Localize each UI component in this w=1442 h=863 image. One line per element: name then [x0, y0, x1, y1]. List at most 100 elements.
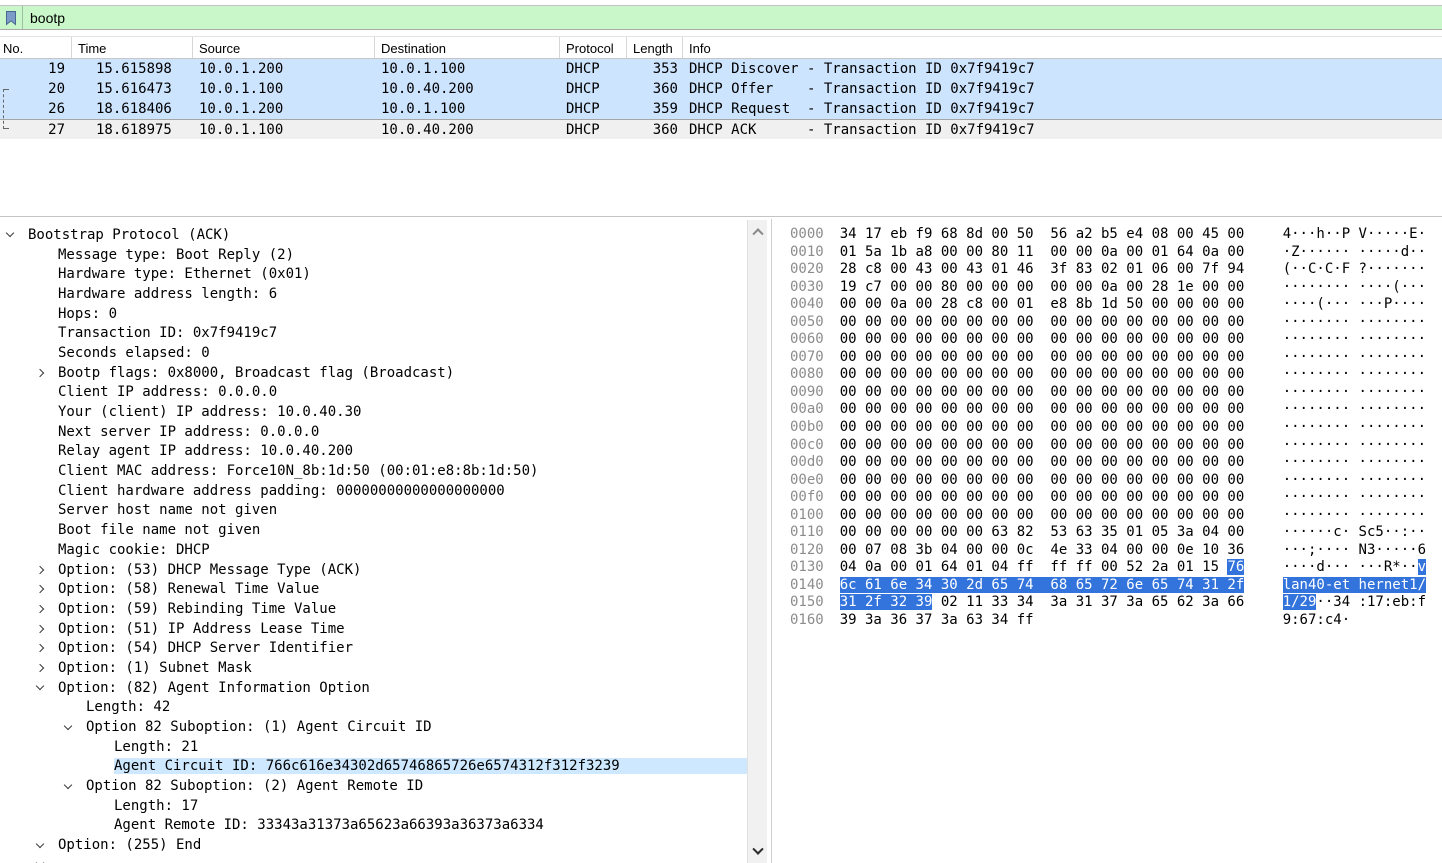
tree-row[interactable]: Option: (255) End — [0, 835, 747, 855]
tree-row[interactable]: Length: 42 — [0, 698, 747, 718]
hex-row[interactable]: 013004 0a 00 01 64 01 04 ff ff ff 00 52 … — [790, 559, 1442, 577]
detail-tree: Bootstrap Protocol (ACK)Message type: Bo… — [0, 225, 747, 863]
tree-row[interactable]: Message type: Boot Reply (2) — [0, 245, 747, 265]
tree-row[interactable]: Hardware type: Ethernet (0x01) — [0, 264, 747, 284]
tree-row[interactable]: Boot file name not given — [0, 520, 747, 540]
hex-row[interactable]: 006000 00 00 00 00 00 00 00 00 00 00 00 … — [790, 331, 1442, 349]
tree-row[interactable]: Option: (82) Agent Information Option — [0, 678, 747, 698]
tree-row[interactable]: Agent Circuit ID: 766c616e34302d65746865… — [0, 757, 747, 777]
hex-row[interactable]: 016039 3a 36 37 3a 63 34 ff9:67:c4· — [790, 612, 1442, 630]
column-header-protocol[interactable]: Protocol — [560, 37, 627, 58]
tree-row[interactable]: Relay agent IP address: 10.0.40.200 — [0, 442, 747, 462]
tree-row[interactable]: Transaction ID: 0x7f9419c7 — [0, 323, 747, 343]
collapse-arrow-icon[interactable] — [32, 626, 58, 632]
hex-bytes: 00 00 00 00 00 00 63 82 53 63 35 01 05 3… — [840, 524, 1253, 542]
packet-cell-length: 359 — [627, 101, 683, 117]
scrollbar-up-icon[interactable] — [748, 222, 768, 240]
hex-row[interactable]: 004000 00 0a 00 28 c8 00 01 e8 8b 1d 50 … — [790, 296, 1442, 314]
bookmark-icon[interactable] — [0, 6, 22, 29]
tree-row[interactable]: Hardware address length: 6 — [0, 284, 747, 304]
hex-row[interactable]: 00e000 00 00 00 00 00 00 00 00 00 00 00 … — [790, 472, 1442, 490]
pane-divider[interactable] — [771, 219, 772, 863]
tree-row[interactable]: Client IP address: 0.0.0.0 — [0, 383, 747, 403]
chevron-glyph — [36, 585, 44, 593]
hex-row[interactable]: 00b000 00 00 00 00 00 00 00 00 00 00 00 … — [790, 419, 1442, 437]
tree-row[interactable]: Client hardware address padding: 0000000… — [0, 481, 747, 501]
collapse-arrow-icon[interactable] — [32, 665, 58, 671]
tree-row[interactable]: Your (client) IP address: 10.0.40.30 — [0, 402, 747, 422]
column-header-destination[interactable]: Destination — [375, 37, 560, 58]
column-header-no[interactable]: No. — [0, 37, 72, 58]
collapse-arrow-icon[interactable] — [32, 370, 58, 376]
hex-row[interactable]: 00c000 00 00 00 00 00 00 00 00 00 00 00 … — [790, 437, 1442, 455]
hex-row[interactable]: 002028 c8 00 43 00 43 01 46 3f 83 02 01 … — [790, 261, 1442, 279]
tree-row[interactable]: Server host name not given — [0, 501, 747, 521]
hex-row[interactable]: 015031 2f 32 39 02 11 33 34 3a 31 37 3a … — [790, 594, 1442, 612]
tree-row[interactable] — [0, 855, 747, 863]
ascii-run: ········ ········ — [1283, 472, 1426, 488]
hex-row[interactable]: 007000 00 00 00 00 00 00 00 00 00 00 00 … — [790, 349, 1442, 367]
hex-row[interactable]: 012000 07 08 3b 04 00 00 0c 4e 33 04 00 … — [790, 542, 1442, 560]
hex-row[interactable]: 00d000 00 00 00 00 00 00 00 00 00 00 00 … — [790, 454, 1442, 472]
hex-bytes: 39 3a 36 37 3a 63 34 ff — [840, 612, 1253, 630]
expand-arrow-icon[interactable] — [2, 230, 28, 239]
expand-arrow-icon[interactable] — [60, 723, 86, 732]
hex-row[interactable]: 01406c 61 6e 34 30 2d 65 74 68 65 72 6e … — [790, 577, 1442, 595]
scrollbar-down-icon[interactable] — [748, 843, 768, 861]
collapse-arrow-icon[interactable] — [32, 586, 58, 592]
column-header-info[interactable]: Info — [683, 37, 1442, 58]
expand-arrow-icon[interactable] — [32, 683, 58, 692]
tree-row[interactable]: Option: (53) DHCP Message Type (ACK) — [0, 560, 747, 580]
packet-row[interactable]: 2718.61897510.0.1.10010.0.40.200DHCP360D… — [0, 119, 1442, 139]
expand-arrow-icon[interactable] — [60, 782, 86, 791]
tree-row[interactable]: Hops: 0 — [0, 304, 747, 324]
tree-row[interactable]: Option: (58) Renewal Time Value — [0, 579, 747, 599]
tree-row[interactable]: Magic cookie: DHCP — [0, 540, 747, 560]
collapse-arrow-icon[interactable] — [32, 645, 58, 651]
packet-row[interactable]: 2618.61840610.0.1.20010.0.1.100DHCP359DH… — [0, 99, 1442, 119]
hex-row[interactable]: 001001 5a 1b a8 00 00 80 11 00 00 0a 00 … — [790, 244, 1442, 262]
detail-scrollbar[interactable] — [747, 220, 767, 863]
tree-row[interactable]: Option: (51) IP Address Lease Time — [0, 619, 747, 639]
hex-row[interactable]: 00a000 00 00 00 00 00 00 00 00 00 00 00 … — [790, 401, 1442, 419]
packet-row[interactable]: 1915.61589810.0.1.20010.0.1.100DHCP353DH… — [0, 59, 1442, 79]
hex-row[interactable]: 000034 17 eb f9 68 8d 00 50 56 a2 b5 e4 … — [790, 226, 1442, 244]
wireshark-window: bootp No.TimeSourceDestinationProtocolLe… — [0, 0, 1442, 863]
tree-row[interactable]: Option 82 Suboption: (1) Agent Circuit I… — [0, 717, 747, 737]
tree-row[interactable]: Agent Remote ID: 33343a31373a65623a66393… — [0, 816, 747, 836]
expand-arrow-icon[interactable] — [32, 841, 58, 850]
hex-row[interactable]: 00f000 00 00 00 00 00 00 00 00 00 00 00 … — [790, 489, 1442, 507]
hex-ascii: ········ ········ — [1283, 384, 1426, 402]
tree-row[interactable]: Option: (59) Rebinding Time Value — [0, 599, 747, 619]
tree-row-label: Length: 42 — [86, 699, 747, 715]
tree-row[interactable]: Bootp flags: 0x8000, Broadcast flag (Bro… — [0, 363, 747, 383]
collapse-arrow-icon[interactable] — [32, 606, 58, 612]
hex-row[interactable]: 010000 00 00 00 00 00 00 00 00 00 00 00 … — [790, 507, 1442, 525]
hex-byte-run: 00 00 00 00 00 00 00 00 00 00 00 00 00 0… — [840, 314, 1245, 330]
hex-row[interactable]: 008000 00 00 00 00 00 00 00 00 00 00 00 … — [790, 366, 1442, 384]
tree-row[interactable]: Option 82 Suboption: (2) Agent Remote ID — [0, 776, 747, 796]
pane-splitter[interactable] — [0, 216, 1442, 217]
hex-byte-run: 00 00 0a 00 28 c8 00 01 e8 8b 1d 50 00 0… — [840, 296, 1245, 312]
tree-row[interactable]: Seconds elapsed: 0 — [0, 343, 747, 363]
collapse-arrow-icon[interactable] — [32, 567, 58, 573]
hex-row[interactable]: 005000 00 00 00 00 00 00 00 00 00 00 00 … — [790, 314, 1442, 332]
tree-row[interactable]: Length: 17 — [0, 796, 747, 816]
column-header-length[interactable]: Length — [627, 37, 683, 58]
tree-row[interactable]: Next server IP address: 0.0.0.0 — [0, 422, 747, 442]
tree-row[interactable]: Length: 21 — [0, 737, 747, 757]
hex-row[interactable]: 011000 00 00 00 00 00 63 82 53 63 35 01 … — [790, 524, 1442, 542]
hex-ascii: ·Z······ ·····d·· — [1283, 244, 1426, 262]
hex-row[interactable]: 009000 00 00 00 00 00 00 00 00 00 00 00 … — [790, 384, 1442, 402]
tree-row[interactable]: Option: (1) Subnet Mask — [0, 658, 747, 678]
column-header-source[interactable]: Source — [193, 37, 375, 58]
tree-row[interactable]: Bootstrap Protocol (ACK) — [0, 225, 747, 245]
column-header-time[interactable]: Time — [72, 37, 193, 58]
chevron-glyph — [36, 624, 44, 632]
hex-row[interactable]: 003019 c7 00 00 80 00 00 00 00 00 0a 00 … — [790, 279, 1442, 297]
hex-selected-bytes: 31 2f 32 39 — [840, 594, 933, 610]
packet-row[interactable]: 2015.61647310.0.1.10010.0.40.200DHCP360D… — [0, 79, 1442, 99]
filter-input[interactable]: bootp — [23, 10, 65, 26]
tree-row[interactable]: Option: (54) DHCP Server Identifier — [0, 638, 747, 658]
tree-row[interactable]: Client MAC address: Force10N_8b:1d:50 (0… — [0, 461, 747, 481]
